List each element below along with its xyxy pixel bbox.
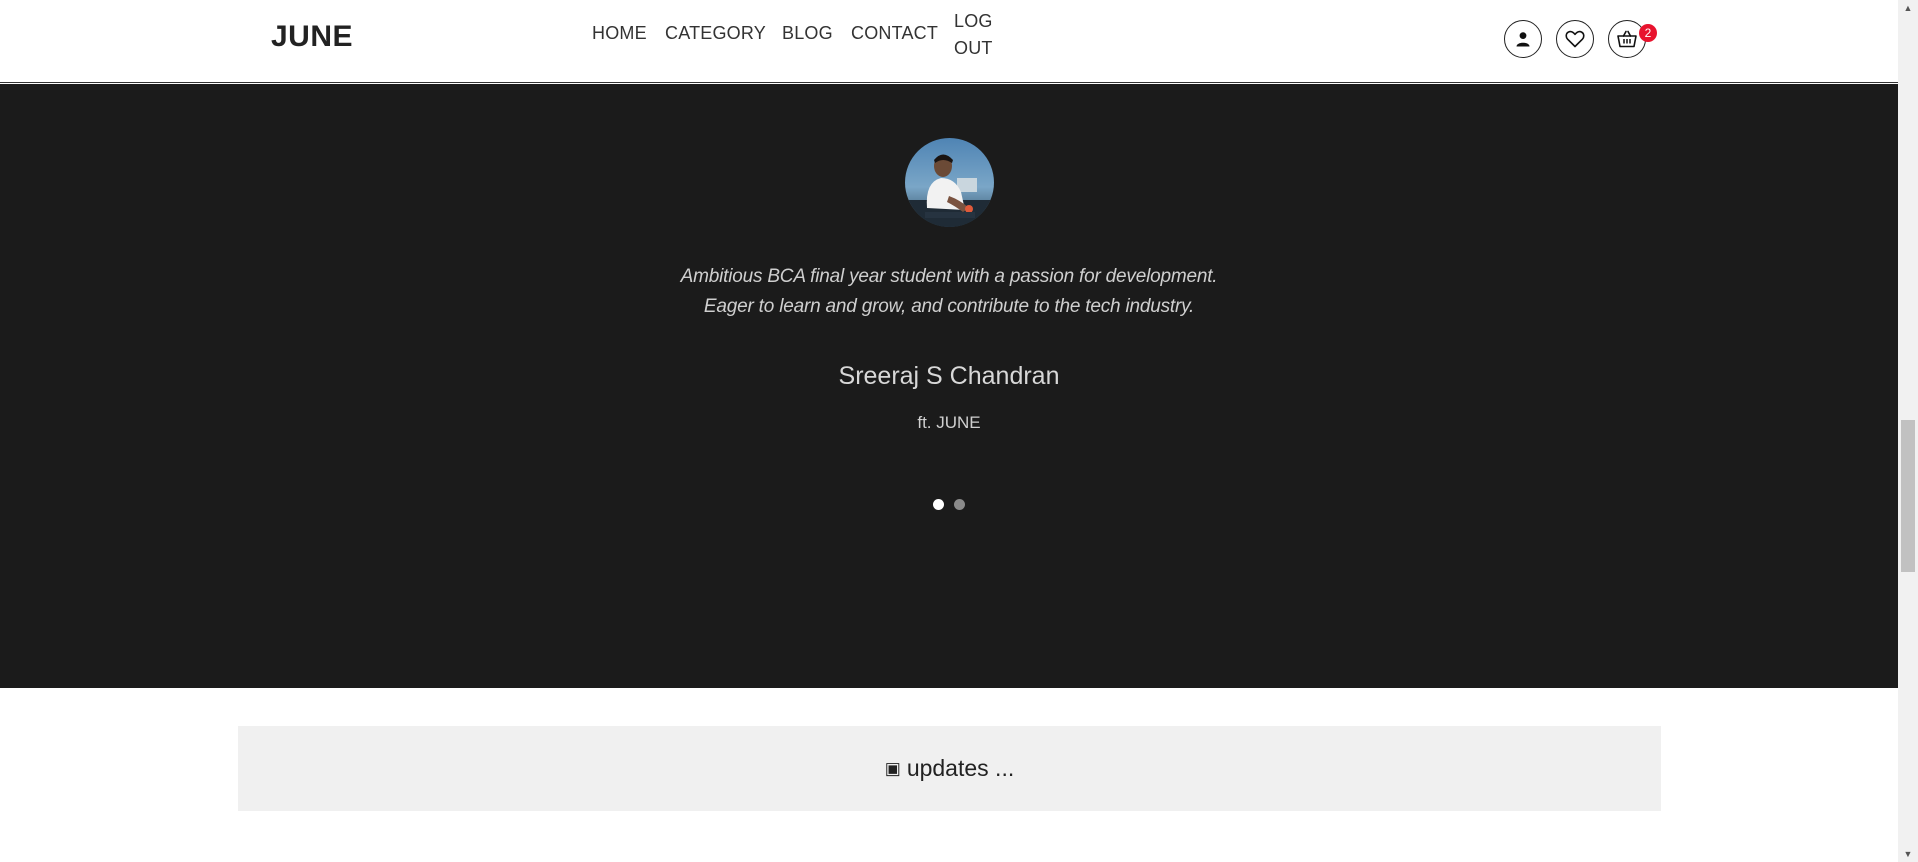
site-logo[interactable]: JUNE bbox=[271, 20, 353, 54]
page-scrollbar[interactable]: ▲ ▼ bbox=[1898, 0, 1918, 862]
scroll-down-arrow-icon[interactable]: ▼ bbox=[1898, 846, 1918, 862]
account-button[interactable] bbox=[1504, 20, 1542, 58]
scrollbar-thumb[interactable] bbox=[1901, 420, 1915, 572]
testimonial-subtitle: ft. JUNE bbox=[917, 413, 981, 432]
testimonial-name: Sreeraj S Chandran bbox=[838, 362, 1060, 390]
updates-text: updates ... bbox=[906, 755, 1015, 781]
site-header: JUNE HOME CATEGORY BLOG CONTACT LOG OUT … bbox=[0, 0, 1898, 83]
carousel-dot-1-active[interactable] bbox=[933, 499, 944, 510]
testimonial-quote-line-1: Ambitious BCA final year student with a … bbox=[680, 266, 1218, 287]
testimonial-quote-line-2: Eager to learn and grow, and contribute … bbox=[703, 296, 1195, 317]
cart-icon bbox=[1617, 30, 1637, 48]
scroll-up-arrow-icon[interactable]: ▲ bbox=[1898, 0, 1918, 16]
updates-icon: ▣ bbox=[884, 758, 901, 778]
testimonial-section: Ambitious BCA final year student with a … bbox=[0, 84, 1898, 688]
updates-banner: ▣ updates ... bbox=[238, 726, 1661, 811]
nav-home[interactable]: HOME bbox=[592, 23, 647, 44]
heart-icon bbox=[1565, 30, 1585, 48]
nav-blog[interactable]: BLOG bbox=[782, 23, 833, 44]
nav-logout[interactable]: LOG OUT bbox=[954, 8, 994, 62]
carousel-dot-2[interactable] bbox=[954, 499, 965, 510]
user-icon bbox=[1516, 32, 1530, 47]
nav-category[interactable]: CATEGORY bbox=[665, 23, 766, 44]
nav-contact[interactable]: CONTACT bbox=[851, 23, 938, 44]
cart-count-badge: 2 bbox=[1639, 24, 1657, 42]
avatar bbox=[905, 138, 994, 227]
wishlist-button[interactable] bbox=[1556, 20, 1594, 58]
